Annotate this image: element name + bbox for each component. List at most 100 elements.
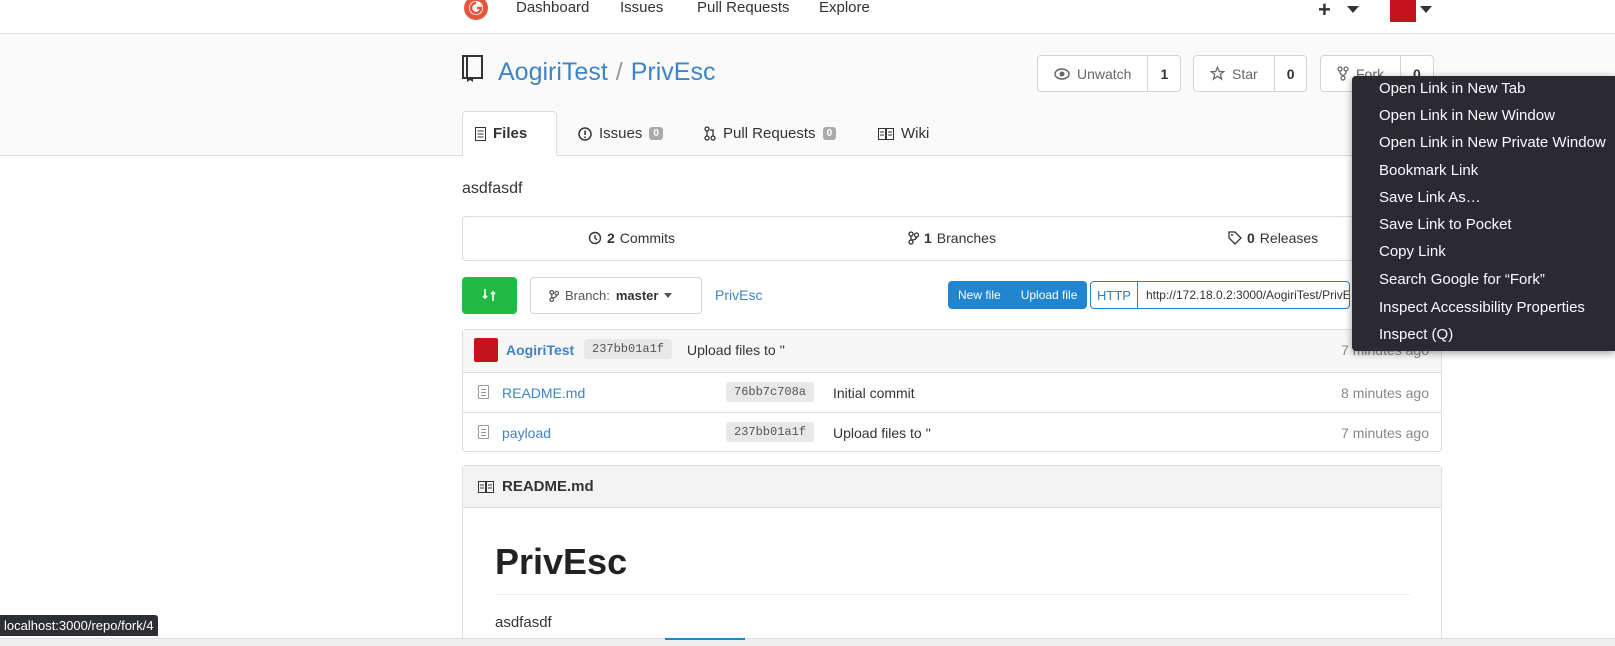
latest-commit-sha[interactable]: 237bb01a1f bbox=[584, 339, 673, 359]
branch-prefix-label: Branch: bbox=[565, 288, 610, 303]
star-icon bbox=[1210, 66, 1225, 81]
tab-issues[interactable]: Issues 0 bbox=[566, 111, 675, 156]
git-pull-request-icon bbox=[704, 126, 716, 141]
repo-breadcrumb-link[interactable]: PrivEsc bbox=[715, 287, 762, 303]
tab-wiki-label: Wiki bbox=[901, 125, 930, 142]
book-open-icon bbox=[478, 480, 494, 493]
releases-count: 0 bbox=[1247, 230, 1255, 246]
readme-filename: README.md bbox=[502, 478, 594, 495]
file-commit-age: 8 minutes ago bbox=[1341, 385, 1429, 401]
branches-count: 1 bbox=[924, 230, 932, 246]
nav-pull-requests-link[interactable]: Pull Requests bbox=[697, 0, 790, 16]
tag-icon bbox=[1228, 231, 1242, 245]
tab-files-label: Files bbox=[493, 125, 528, 142]
compare-arrows-icon bbox=[482, 289, 496, 301]
releases-label: Releases bbox=[1259, 230, 1319, 246]
file-commit-message: Initial commit bbox=[833, 385, 915, 401]
issue-opened-icon bbox=[578, 126, 592, 141]
watch-count[interactable]: 1 bbox=[1148, 56, 1180, 91]
file-commit-sha[interactable]: 76bb7c708a bbox=[726, 382, 815, 402]
fork-icon bbox=[1337, 66, 1349, 81]
user-avatar[interactable] bbox=[1390, 0, 1416, 22]
git-branch-icon bbox=[908, 231, 919, 245]
book-open-icon bbox=[878, 127, 894, 140]
file-icon bbox=[478, 385, 489, 399]
star-button-group: Star 0 bbox=[1193, 55, 1308, 92]
new-file-button[interactable]: New file bbox=[948, 281, 1011, 309]
nav-dashboard-link[interactable]: Dashboard bbox=[516, 0, 589, 16]
commits-label: Commits bbox=[619, 230, 676, 246]
history-icon bbox=[588, 231, 602, 245]
releases-stat-link[interactable]: 0 Releases bbox=[1228, 230, 1318, 246]
watch-button-group: Unwatch 1 bbox=[1037, 55, 1182, 92]
eye-icon bbox=[1054, 67, 1070, 80]
star-button[interactable]: Star bbox=[1194, 56, 1275, 91]
tab-issues-badge: 0 bbox=[649, 127, 663, 140]
star-count[interactable]: 0 bbox=[1275, 56, 1307, 91]
user-menu-chevron-down-icon[interactable] bbox=[1420, 6, 1432, 13]
top-navbar: Dashboard Issues Pull Requests Explore + bbox=[0, 0, 1615, 34]
latest-commit-row: AogiriTest 237bb01a1f Upload files to ''… bbox=[463, 330, 1441, 372]
tab-pull-requests[interactable]: Pull Requests 0 bbox=[692, 111, 848, 156]
http-protocol-button[interactable]: HTTP bbox=[1091, 282, 1138, 308]
menu-item-save-to-pocket[interactable]: Save Link to Pocket bbox=[1379, 216, 1512, 233]
file-table: AogiriTest 237bb01a1f Upload files to ''… bbox=[462, 329, 1442, 452]
file-commit-age: 7 minutes ago bbox=[1341, 425, 1429, 441]
menu-item-open-new-tab[interactable]: Open Link in New Tab bbox=[1379, 80, 1525, 97]
menu-item-open-new-window[interactable]: Open Link in New Window bbox=[1379, 107, 1555, 124]
readme-divider bbox=[495, 594, 1410, 595]
menu-item-inspect-accessibility[interactable]: Inspect Accessibility Properties bbox=[1379, 299, 1585, 316]
repo-stats-bar: 2 Commits 1 Branches 0 Releases bbox=[462, 216, 1442, 261]
tab-wiki[interactable]: Wiki bbox=[866, 111, 941, 156]
compare-button[interactable] bbox=[462, 277, 517, 314]
repo-description: asdfasdf bbox=[462, 180, 523, 197]
tab-files[interactable]: Files bbox=[462, 111, 557, 156]
create-new-plus-icon[interactable]: + bbox=[1318, 0, 1331, 23]
repo-name-link[interactable]: PrivEsc bbox=[631, 58, 716, 86]
branch-dropdown[interactable]: Branch: master bbox=[530, 277, 702, 314]
file-actions-group: New file Upload file bbox=[948, 281, 1088, 309]
repo-owner-link[interactable]: AogiriTest bbox=[498, 58, 608, 86]
menu-item-bookmark-link[interactable]: Bookmark Link bbox=[1379, 162, 1478, 179]
upload-file-button[interactable]: Upload file bbox=[1011, 281, 1088, 309]
latest-commit-message: Upload files to '' bbox=[687, 342, 785, 358]
commit-author-link[interactable]: AogiriTest bbox=[506, 342, 574, 358]
gitea-logo-icon[interactable] bbox=[462, 0, 490, 22]
menu-item-inspect[interactable]: Inspect (Q) bbox=[1379, 326, 1453, 343]
menu-item-open-private-window[interactable]: Open Link in New Private Window bbox=[1379, 134, 1606, 151]
file-commit-message: Upload files to '' bbox=[833, 425, 931, 441]
unwatch-label: Unwatch bbox=[1077, 65, 1132, 82]
menu-item-search-google[interactable]: Search Google for “Fork” bbox=[1379, 271, 1545, 288]
readme-body: asdfasdf bbox=[495, 614, 552, 631]
commits-stat-link[interactable]: 2 Commits bbox=[588, 230, 675, 246]
tab-pull-requests-badge: 0 bbox=[822, 127, 837, 140]
tab-issues-label: Issues bbox=[599, 125, 643, 142]
clone-url-input[interactable]: http://172.18.0.2:3000/AogiriTest/PrivEs… bbox=[1138, 282, 1349, 308]
file-icon bbox=[478, 425, 489, 439]
table-row: README.md 76bb7c708a Initial commit 8 mi… bbox=[463, 372, 1441, 412]
menu-item-copy-link[interactable]: Copy Link bbox=[1379, 243, 1446, 260]
repo-title-separator: / bbox=[615, 58, 623, 86]
file-name-link[interactable]: README.md bbox=[502, 385, 585, 401]
repo-title: AogiriTest / PrivEsc bbox=[498, 58, 715, 87]
branch-chevron-down-icon bbox=[664, 293, 673, 298]
taskbar bbox=[0, 638, 1615, 646]
unwatch-button[interactable]: Unwatch bbox=[1038, 56, 1149, 91]
clone-url-box: HTTP http://172.18.0.2:3000/AogiriTest/P… bbox=[1090, 281, 1350, 309]
commits-count: 2 bbox=[607, 230, 615, 246]
file-name-link[interactable]: payload bbox=[502, 425, 551, 441]
nav-explore-link[interactable]: Explore bbox=[819, 0, 870, 16]
file-commit-sha[interactable]: 237bb01a1f bbox=[726, 422, 815, 442]
branch-name: master bbox=[615, 288, 659, 303]
create-new-chevron-down-icon[interactable] bbox=[1347, 6, 1359, 13]
readme-heading: PrivEsc bbox=[495, 541, 628, 582]
table-row: payload 237bb01a1f Upload files to '' 7 … bbox=[463, 412, 1441, 452]
repo-book-icon bbox=[462, 55, 483, 82]
readme-panel: README.md PrivEsc asdfasdf bbox=[462, 465, 1442, 646]
author-avatar[interactable] bbox=[474, 338, 498, 362]
context-menu: Open Link in New Tab Open Link in New Wi… bbox=[1352, 76, 1615, 351]
menu-item-save-link-as[interactable]: Save Link As… bbox=[1379, 189, 1481, 206]
taskbar-active-indicator bbox=[665, 638, 745, 640]
nav-issues-link[interactable]: Issues bbox=[620, 0, 663, 16]
branches-stat-link[interactable]: 1 Branches bbox=[908, 230, 996, 246]
